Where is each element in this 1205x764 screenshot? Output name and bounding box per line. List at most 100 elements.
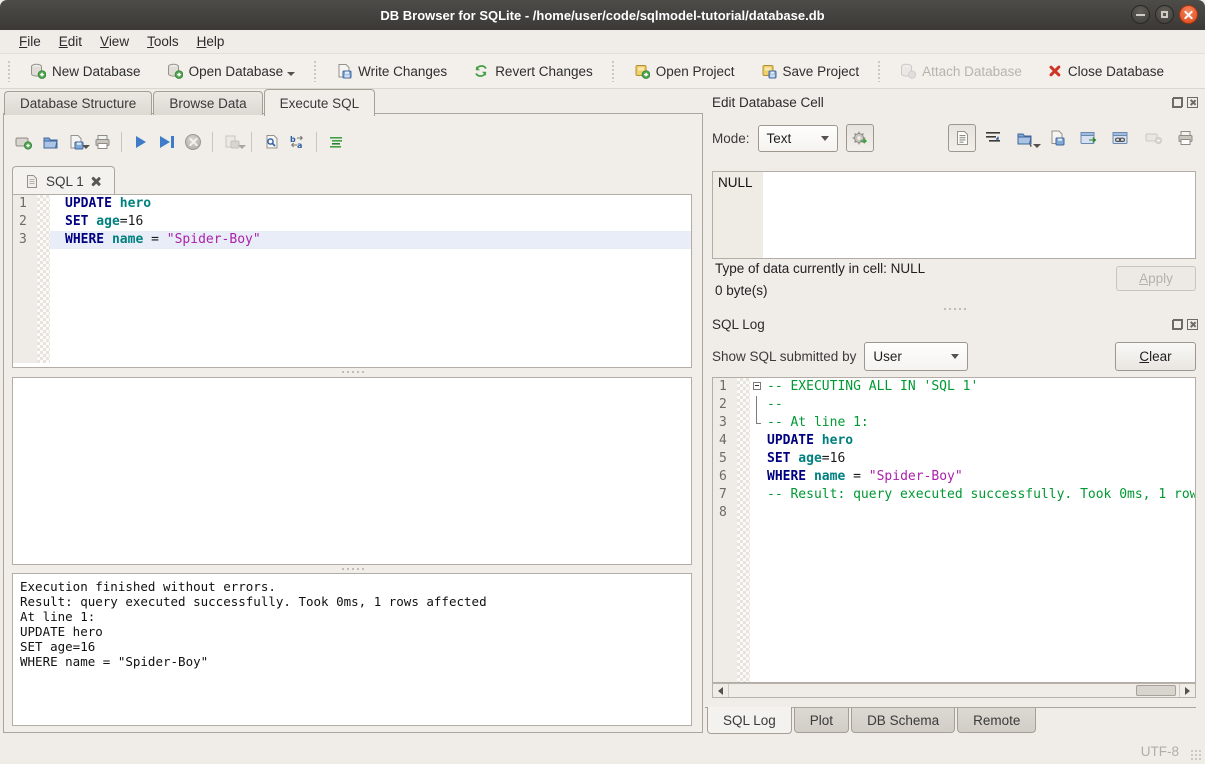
write-changes-button[interactable]: Write Changes <box>327 59 456 83</box>
splitter-handle[interactable] <box>4 369 702 375</box>
editor-code-line[interactable] <box>50 249 691 267</box>
fold-minus-icon[interactable] <box>750 378 765 396</box>
save-sql-file-button[interactable] <box>64 130 88 154</box>
editor-code-line[interactable]: UPDATE hero <box>50 195 691 213</box>
float-panel-icon[interactable] <box>1172 319 1183 330</box>
text-mode-icon <box>955 130 970 146</box>
encoding-indicator[interactable]: UTF-8 <box>1141 744 1179 759</box>
menu-tools[interactable]: Tools <box>138 32 188 51</box>
sql-editor[interactable]: 1UPDATE hero 2SET age=16 3WHERE name = "… <box>12 194 692 368</box>
save-sql-dropdown-icon[interactable] <box>82 145 90 149</box>
menu-help[interactable]: Help <box>188 32 234 51</box>
editor-line <box>13 249 691 267</box>
dock-tab-bar: SQL Log Plot DB Schema Remote <box>705 707 1196 736</box>
editor-line-current: 3WHERE name = "Spider-Boy" <box>13 231 691 249</box>
sql-log-panel-title: SQL Log <box>712 317 765 332</box>
editor-code-line[interactable] <box>50 267 691 363</box>
attach-database-label: Attach Database <box>922 64 1022 79</box>
attach-database-icon <box>900 63 916 79</box>
sql-doc-tab[interactable]: SQL 1 <box>12 166 115 195</box>
titlebar[interactable]: DB Browser for SQLite - /home/user/code/… <box>0 0 1205 31</box>
menu-view[interactable]: View <box>91 32 138 51</box>
open-database-dropdown-icon[interactable] <box>287 72 295 76</box>
scroll-right-icon[interactable] <box>1180 684 1195 697</box>
log-horizontal-scrollbar[interactable] <box>712 683 1196 698</box>
new-database-button[interactable]: New Database <box>21 59 150 83</box>
cell-edit-area[interactable] <box>763 172 1195 258</box>
import-file-button[interactable] <box>1012 125 1038 151</box>
link-button[interactable] <box>1108 125 1134 151</box>
tab-browse-data[interactable]: Browse Data <box>153 91 262 115</box>
scroll-left-icon[interactable] <box>713 684 728 697</box>
dock-tab-remote[interactable]: Remote <box>957 708 1036 733</box>
word-wrap-icon <box>985 131 1001 145</box>
scrollbar-track[interactable] <box>728 684 1180 697</box>
minimize-icon[interactable] <box>1131 5 1150 24</box>
open-sql-file-button[interactable] <box>38 130 62 154</box>
close-icon[interactable] <box>1179 5 1198 24</box>
set-null-button <box>1140 125 1166 151</box>
line-number: 5 <box>713 450 737 468</box>
resize-grip-icon[interactable] <box>1190 749 1202 761</box>
edit-cell-panel-header: Edit Database Cell <box>712 93 1198 111</box>
float-panel-icon[interactable] <box>1172 97 1183 108</box>
execute-icon <box>136 136 146 148</box>
gutter-hatch <box>737 450 750 468</box>
maximize-icon[interactable] <box>1155 5 1174 24</box>
mode-dropdown[interactable]: Text <box>758 125 838 152</box>
editor-code-line[interactable]: WHERE name = "Spider-Boy" <box>50 231 691 249</box>
find-replace-button[interactable]: ba <box>285 130 309 154</box>
toolbar-separator <box>313 60 318 82</box>
dock-tab-sql-log[interactable]: SQL Log <box>707 707 792 734</box>
scrollbar-thumb[interactable] <box>1136 685 1176 696</box>
execute-sql-button[interactable] <box>129 130 153 154</box>
text-mode-button[interactable] <box>948 124 976 152</box>
splitter-handle[interactable] <box>905 306 1005 312</box>
word-wrap-button[interactable] <box>980 125 1006 151</box>
clear-log-button[interactable]: Clear <box>1115 342 1196 371</box>
format-sql-button[interactable] <box>324 130 348 154</box>
results-grid[interactable] <box>12 377 692 565</box>
splitter-handle[interactable] <box>4 566 702 572</box>
open-external-button[interactable] <box>1076 125 1102 151</box>
print-sql-button[interactable] <box>90 130 114 154</box>
tab-execute-sql[interactable]: Execute SQL <box>264 89 376 116</box>
execute-current-line-button[interactable] <box>155 130 179 154</box>
line-number: 4 <box>713 432 737 450</box>
export-file-button[interactable] <box>1044 125 1070 151</box>
window-title: DB Browser for SQLite - /home/user/code/… <box>380 8 824 23</box>
message-line: Execution finished without errors. <box>20 579 684 594</box>
line-number: 2 <box>713 396 737 414</box>
open-project-button[interactable]: Open Project <box>625 59 744 83</box>
revert-changes-button[interactable]: Revert Changes <box>464 59 602 83</box>
close-panel-icon[interactable] <box>1187 319 1198 330</box>
new-sql-tab-icon <box>15 134 33 150</box>
main-toolbar: New Database Open Database Write Changes… <box>0 54 1205 89</box>
close-tab-icon[interactable] <box>91 176 102 187</box>
dock-tab-db-schema[interactable]: DB Schema <box>851 708 955 733</box>
dock-tab-plot[interactable]: Plot <box>794 708 849 733</box>
cell-value-editor[interactable]: NULL <box>712 171 1196 259</box>
toolbar-handle[interactable] <box>7 60 12 82</box>
tab-database-structure[interactable]: Database Structure <box>4 91 152 115</box>
menu-file[interactable]: File <box>10 32 50 51</box>
print-cell-button[interactable] <box>1172 125 1198 151</box>
log-code-line: -- EXECUTING ALL IN 'SQL 1' <box>765 378 1195 396</box>
save-project-label: Save Project <box>783 64 860 79</box>
menu-edit[interactable]: Edit <box>50 32 91 51</box>
print-icon <box>1177 130 1194 146</box>
editor-code-line[interactable]: SET age=16 <box>50 213 691 231</box>
save-project-button[interactable]: Save Project <box>752 59 869 83</box>
execution-messages[interactable]: Execution finished without errors. Resul… <box>12 573 692 726</box>
sql-log-view[interactable]: 1-- EXECUTING ALL IN 'SQL 1' 2-- 3-- At … <box>712 377 1196 683</box>
log-filter-dropdown[interactable]: User <box>864 342 968 371</box>
open-database-button[interactable]: Open Database <box>158 59 305 83</box>
fold-guide <box>750 486 765 504</box>
close-database-button[interactable]: Close Database <box>1039 60 1173 83</box>
new-sql-tab-button[interactable] <box>12 130 36 154</box>
import-apply-button[interactable] <box>846 124 874 152</box>
clear-button-label: Clear <box>1139 349 1171 364</box>
find-button[interactable] <box>259 130 283 154</box>
open-database-icon <box>167 63 183 79</box>
close-panel-icon[interactable] <box>1187 97 1198 108</box>
